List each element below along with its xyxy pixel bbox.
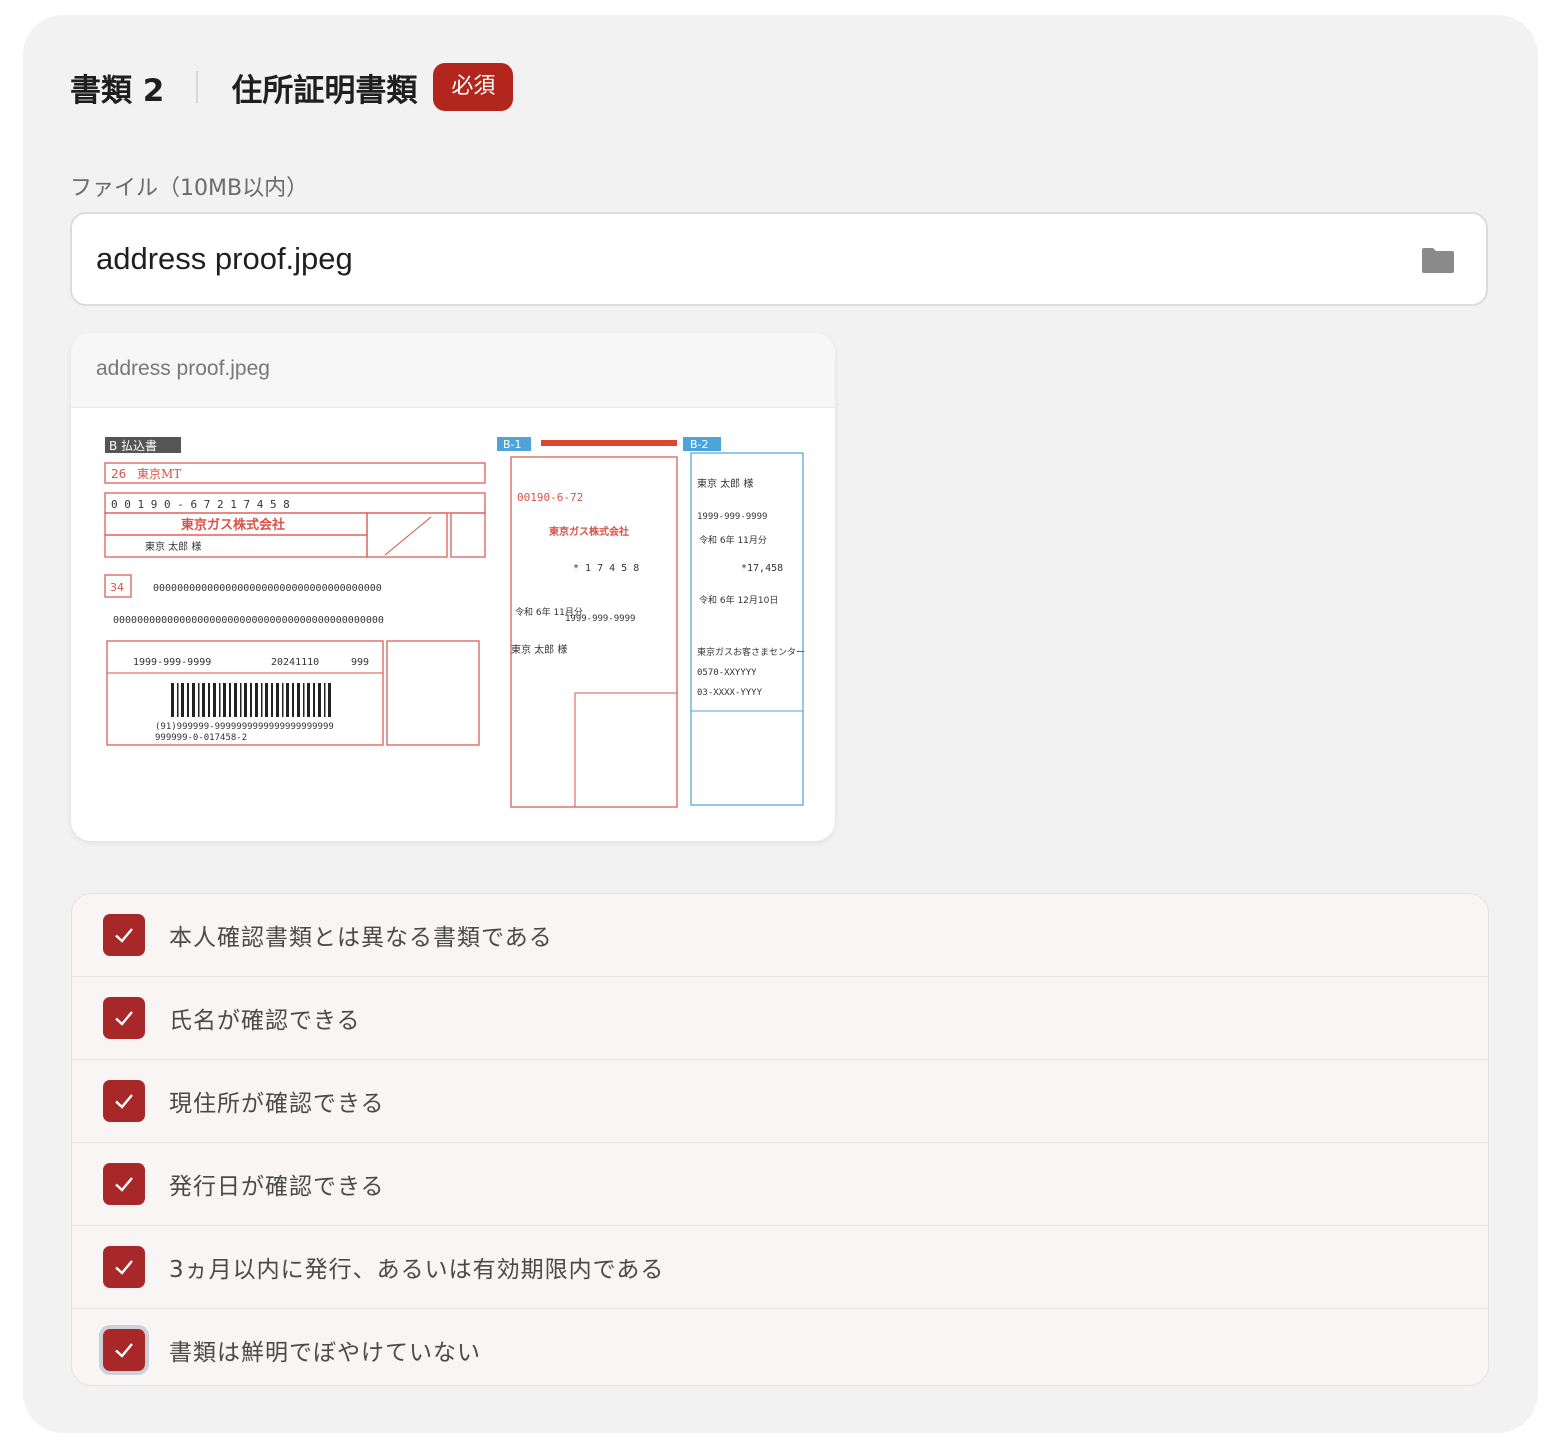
b1-name: 東京 太郎 様 bbox=[511, 643, 567, 656]
required-badge: 必須 bbox=[433, 63, 514, 111]
checklist-item[interactable]: 現住所が確認できる bbox=[72, 1060, 1488, 1143]
barcode-text-2: 999999-0-017458-2 bbox=[155, 733, 247, 743]
checkbox[interactable] bbox=[103, 1080, 145, 1122]
bill-date: 20241110 bbox=[271, 657, 319, 668]
file-preview-card: address proof.jpeg B 払込書 26 東京MT 0 0 1 9… bbox=[71, 333, 835, 841]
checkmark-icon bbox=[115, 1094, 133, 1109]
checkmark-icon bbox=[115, 1011, 133, 1026]
b2-phone: 1999-999-9999 bbox=[697, 512, 767, 522]
preview-filename: address proof.jpeg bbox=[96, 357, 270, 380]
barcode-icon bbox=[171, 683, 331, 717]
checkbox[interactable] bbox=[103, 1246, 145, 1288]
svg-text:* 1 7 4 5 8: * 1 7 4 5 8 bbox=[573, 563, 639, 574]
checkmark-icon bbox=[115, 928, 133, 943]
b2-contact-tel: 0570-XXYYYY bbox=[697, 668, 757, 678]
document-header: 書類 2 住所証明書類 必須 bbox=[70, 62, 514, 112]
checklist-item[interactable]: 氏名が確認できる bbox=[72, 977, 1488, 1060]
svg-text:000000000000000000000000000000: 00000000000000000000000000000000000000 bbox=[153, 583, 382, 594]
checklist-item[interactable]: 書類は鮮明でぼやけていない bbox=[72, 1309, 1488, 1385]
b2-amount: *17,458 bbox=[741, 563, 783, 574]
file-name-input[interactable] bbox=[96, 214, 1396, 304]
b1-phone: 1999-999-9999 bbox=[565, 614, 635, 624]
b2-due: 令和 6年 12月10日 bbox=[699, 594, 778, 606]
bill-phone: 1999-999-9999 bbox=[133, 657, 211, 668]
checkbox[interactable] bbox=[103, 997, 145, 1039]
bill-company-short: 東京MT bbox=[137, 467, 181, 481]
checklist-item-label: 書類は鮮明でぼやけていない bbox=[169, 1340, 481, 1366]
bill-code: 26 bbox=[111, 467, 126, 481]
checklist-item-label: 発行日が確認できる bbox=[169, 1174, 385, 1200]
b2-label: B-2 bbox=[690, 438, 709, 451]
checklist-item-label: 本人確認書類とは異なる書類である bbox=[169, 925, 553, 951]
checkbox[interactable] bbox=[103, 1163, 145, 1205]
svg-text:000000000000000000000000000000: 0000000000000000000000000000000000000000… bbox=[113, 615, 384, 626]
b1-company: 東京ガス株式会社 bbox=[549, 525, 629, 538]
file-field[interactable] bbox=[70, 212, 1488, 306]
b1-label: B-1 bbox=[503, 438, 522, 451]
barcode-text: (91)999999-9999999999999999999999 bbox=[155, 722, 334, 732]
bill-header-label: B 払込書 bbox=[109, 439, 157, 453]
folder-icon[interactable] bbox=[1420, 246, 1456, 274]
svg-text:34: 34 bbox=[110, 581, 124, 594]
checklist-item[interactable]: 3ヵ月以内に発行、あるいは有効期限内である bbox=[72, 1226, 1488, 1309]
checkbox-focused[interactable] bbox=[103, 1329, 145, 1371]
checkmark-icon bbox=[115, 1343, 133, 1358]
checklist-item-label: 3ヵ月以内に発行、あるいは有効期限内である bbox=[169, 1257, 665, 1283]
checklist-item[interactable]: 発行日が確認できる bbox=[72, 1143, 1488, 1226]
verification-checklist: 本人確認書類とは異なる書類である 氏名が確認できる 現住所が確認できる 発行日が… bbox=[71, 893, 1489, 1386]
document-title: 住所証明書類 bbox=[231, 72, 418, 109]
checklist-item-label: 氏名が確認できる bbox=[169, 1008, 361, 1034]
preview-image: B 払込書 26 東京MT 0 0 1 9 0 - 6 7 2 1 7 4 5 … bbox=[95, 431, 811, 817]
checkmark-icon bbox=[115, 1260, 133, 1275]
checkbox[interactable] bbox=[103, 914, 145, 956]
checklist-item-label: 現住所が確認できる bbox=[169, 1091, 385, 1117]
bill-company: 東京ガス株式会社 bbox=[181, 517, 285, 533]
file-field-label: ファイル（10MB以内） bbox=[70, 176, 309, 201]
bill-customer-name: 東京 太郎 様 bbox=[145, 540, 201, 553]
checkmark-icon bbox=[115, 1177, 133, 1192]
svg-text:999: 999 bbox=[351, 657, 369, 668]
svg-text:0 0 1 9 0 - 6 7 2 1: 0 0 1 9 0 - 6 7 2 1 7 4 5 8 bbox=[111, 498, 290, 511]
document-number: 書類 2 bbox=[70, 72, 165, 109]
b2-contact: 東京ガスお客さまセンター bbox=[697, 646, 805, 658]
header-divider bbox=[196, 71, 199, 103]
checklist-item[interactable]: 本人確認書類とは異なる書類である bbox=[72, 894, 1488, 977]
b2-name: 東京 太郎 様 bbox=[697, 477, 753, 490]
b1-account: 00190-6-72 bbox=[517, 491, 583, 504]
b2-period: 令和 6年 11月分 bbox=[699, 534, 767, 546]
b2-contact-tel-2: 03-XXXX-YYYY bbox=[697, 688, 763, 698]
